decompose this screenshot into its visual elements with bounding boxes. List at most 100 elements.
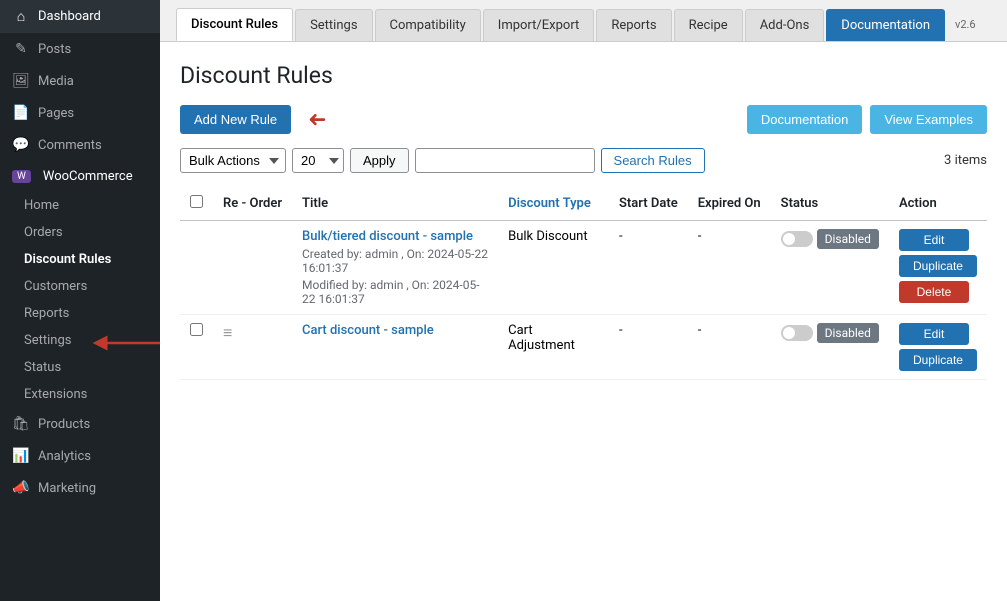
row1-reorder-cell [213,221,292,315]
version-label: v2.6 [947,10,984,39]
sidebar-item-media[interactable]: 🖼 Media [0,65,160,97]
add-button-container: Add New Rule ➜ [180,105,291,134]
row2-reorder-cell: ≡ [213,315,292,380]
dashboard-icon: ⌂ [12,8,30,25]
tab-discount-rules[interactable]: Discount Rules [176,8,293,41]
comments-icon: 💬 [12,137,30,153]
row1-edit-button[interactable]: Edit [899,229,969,251]
documentation-button[interactable]: Documentation [747,105,862,134]
sidebar-sub-label: Orders [24,225,63,240]
sidebar-item-label: Posts [38,42,71,57]
rules-table: Re - Order Title Discount Type Start Dat… [180,187,987,380]
sidebar-item-comments[interactable]: 💬 Comments [0,129,160,161]
col-header-status: Status [771,187,889,221]
sidebar-sub-label: Status [24,360,61,375]
col-header-checkbox [180,187,213,221]
tab-documentation[interactable]: Documentation [826,9,945,41]
sidebar-item-woocommerce[interactable]: W WooCommerce [0,161,160,192]
sidebar-arrow-indicator [160,328,170,362]
items-count: 3 items [944,153,987,168]
add-new-rule-button[interactable]: Add New Rule [180,105,291,134]
view-examples-button[interactable]: View Examples [870,105,987,134]
sidebar-item-label: Products [38,417,90,432]
pages-icon: 📄 [12,105,30,121]
row2-checkbox[interactable] [190,323,203,336]
main-area: Discount Rules Settings Compatibility Im… [160,0,1007,601]
apply-button[interactable]: Apply [350,148,409,173]
tab-add-ons[interactable]: Add-Ons [745,9,825,41]
row1-discount-type-cell: Bulk Discount [498,221,609,315]
table-row: Bulk/tiered discount - sample Created by… [180,221,987,315]
marketing-icon: 📣 [12,480,30,496]
sidebar-item-label: Pages [38,106,74,121]
tab-import-export[interactable]: Import/Export [483,9,595,41]
page-title: Discount Rules [180,62,987,89]
row2-title-link[interactable]: Cart discount - sample [302,323,434,338]
sidebar-item-label: WooCommerce [43,169,133,184]
content-area: Discount Rules Add New Rule ➜ Documentat… [160,42,1007,601]
sidebar-item-label: Analytics [38,449,91,464]
row2-checkbox-cell [180,315,213,380]
toolbar-row: Add New Rule ➜ Documentation View Exampl… [180,105,987,134]
sidebar-sub-item-home[interactable]: Home [0,192,160,219]
col-header-title: Title [292,187,498,221]
sidebar-sub-label: Extensions [24,387,87,402]
row1-delete-button[interactable]: Delete [899,281,969,303]
row1-title-cell: Bulk/tiered discount - sample Created by… [292,221,498,315]
sidebar-item-products[interactable]: 🛍 Products [0,408,160,440]
sidebar-sub-item-status[interactable]: Status [0,354,160,381]
row2-toggle-switch[interactable] [781,325,813,341]
sidebar-item-analytics[interactable]: 📊 Analytics [0,440,160,472]
sidebar-item-posts[interactable]: ✎ Posts [0,33,160,65]
sidebar-sub-item-extensions[interactable]: Extensions [0,381,160,408]
row2-status-label: Disabled [817,323,879,343]
row1-duplicate-button[interactable]: Duplicate [899,255,977,277]
row2-duplicate-button[interactable]: Duplicate [899,349,977,371]
select-all-checkbox[interactable] [190,195,203,208]
row2-edit-button[interactable]: Edit [899,323,969,345]
row2-start-date-cell: - [609,315,688,380]
sidebar-sub-item-orders[interactable]: Orders [0,219,160,246]
col-header-expired-on: Expired On [688,187,771,221]
sidebar-sub-item-discount-rules[interactable]: Discount Rules [0,246,160,273]
sidebar-item-label: Marketing [38,481,96,496]
row1-action-buttons: Edit Duplicate Delete [899,229,977,303]
tab-settings[interactable]: Settings [295,9,372,41]
col-header-start-date: Start Date [609,187,688,221]
table-row: ≡ Cart discount - sample Cart Adjustment… [180,315,987,380]
sidebar-sub-item-reports-woo[interactable]: Reports [0,300,160,327]
sidebar-item-dashboard[interactable]: ⌂ Dashboard [0,0,160,33]
sidebar-item-marketing[interactable]: 📣 Marketing [0,472,160,504]
sidebar-item-pages[interactable]: 📄 Pages [0,97,160,129]
sidebar: ⌂ Dashboard ✎ Posts 🖼 Media 📄 Pages 💬 Co… [0,0,160,601]
sidebar-item-label: Comments [38,138,102,153]
row1-status-label: Disabled [817,229,879,249]
tab-reports[interactable]: Reports [596,9,671,41]
filter-row: Bulk Actions 20 Apply Search Rules 3 ite… [180,148,987,173]
row1-toggle-switch[interactable] [781,231,813,247]
table-header-row: Re - Order Title Discount Type Start Dat… [180,187,987,221]
sidebar-sub-label: Settings [24,333,71,348]
bulk-actions-select[interactable]: Bulk Actions [180,148,286,173]
row2-status-cell: Disabled [771,315,889,380]
sidebar-sub-item-settings-woo[interactable]: Settings [0,327,160,354]
row1-title-link[interactable]: Bulk/tiered discount - sample [302,229,473,244]
row2-drag-handle[interactable]: ≡ [223,323,232,342]
sidebar-sub-item-customers[interactable]: Customers [0,273,160,300]
row2-title-cell: Cart discount - sample [292,315,498,380]
per-page-select[interactable]: 20 [292,148,344,173]
tab-compatibility[interactable]: Compatibility [375,9,481,41]
sidebar-sub-label: Discount Rules [24,252,111,267]
row1-meta2: Modified by: admin , On: 2024-05-22 16:0… [302,278,488,306]
sidebar-sub-label: Home [24,198,59,213]
tab-recipe[interactable]: Recipe [674,9,743,41]
col-header-discount-type: Discount Type [498,187,609,221]
search-rules-button[interactable]: Search Rules [601,148,705,173]
row1-meta1: Created by: admin , On: 2024-05-22 16:01… [302,247,488,275]
row2-expired-on-cell: - [688,315,771,380]
search-input[interactable] [415,148,595,173]
posts-icon: ✎ [12,41,30,57]
sidebar-sub-label: Reports [24,306,69,321]
woo-badge: W [12,170,31,183]
row2-action-buttons: Edit Duplicate [899,323,977,371]
